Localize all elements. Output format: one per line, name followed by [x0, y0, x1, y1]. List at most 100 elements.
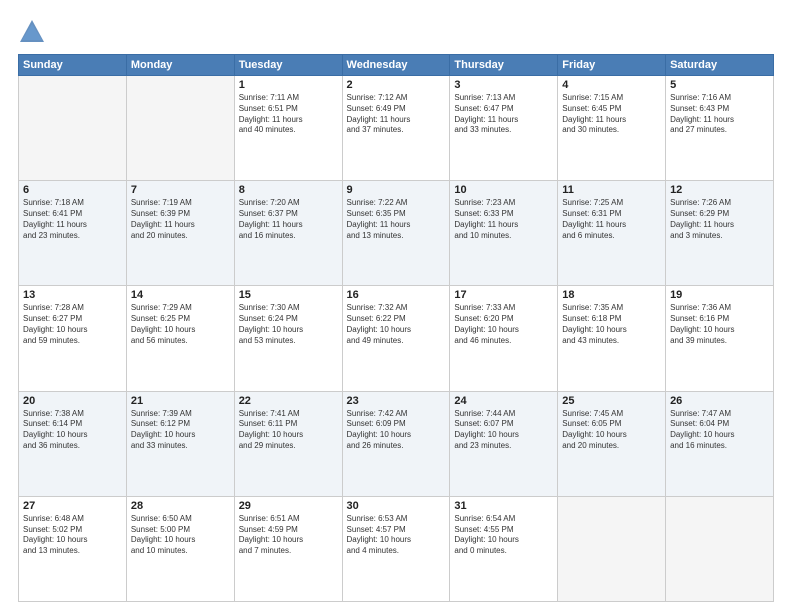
day-number: 30: [347, 500, 446, 512]
logo: [18, 18, 50, 46]
day-number: 11: [562, 184, 661, 196]
day-number: 9: [347, 184, 446, 196]
weekday-header: Saturday: [666, 55, 774, 76]
day-number: 17: [454, 289, 553, 301]
weekday-header: Sunday: [19, 55, 127, 76]
day-number: 6: [23, 184, 122, 196]
calendar-cell: [19, 76, 127, 181]
calendar-cell: 16 Sunrise: 7:32 AM Sunset: 6:22 PM Dayli…: [342, 286, 450, 391]
day-number: 23: [347, 395, 446, 407]
day-info: Sunrise: 7:13 AM Sunset: 6:47 PM Dayligh…: [454, 93, 553, 136]
day-info: Sunrise: 7:29 AM Sunset: 6:25 PM Dayligh…: [131, 303, 230, 346]
day-info: Sunrise: 7:22 AM Sunset: 6:35 PM Dayligh…: [347, 198, 446, 241]
day-number: 15: [239, 289, 338, 301]
calendar-cell: 24 Sunrise: 7:44 AM Sunset: 6:07 PM Dayli…: [450, 391, 558, 496]
calendar-cell: 9 Sunrise: 7:22 AM Sunset: 6:35 PM Daylig…: [342, 181, 450, 286]
day-info: Sunrise: 7:20 AM Sunset: 6:37 PM Dayligh…: [239, 198, 338, 241]
logo-icon: [18, 18, 46, 46]
calendar-cell: 14Sunrise: 7:29 AM Sunset: 6:25 PM Dayli…: [126, 286, 234, 391]
day-number: 22: [239, 395, 338, 407]
day-info: Sunrise: 7:30 AM Sunset: 6:24 PM Dayligh…: [239, 303, 338, 346]
day-number: 21: [131, 395, 230, 407]
day-number: 16: [347, 289, 446, 301]
day-info: Sunrise: 6:50 AM Sunset: 5:00 PM Dayligh…: [131, 514, 230, 557]
day-info: Sunrise: 7:28 AM Sunset: 6:27 PM Dayligh…: [23, 303, 122, 346]
day-info: Sunrise: 7:32 AM Sunset: 6:22 PM Dayligh…: [347, 303, 446, 346]
day-number: 8: [239, 184, 338, 196]
day-number: 12: [670, 184, 769, 196]
day-info: Sunrise: 7:38 AM Sunset: 6:14 PM Dayligh…: [23, 409, 122, 452]
calendar-cell: 3 Sunrise: 7:13 AM Sunset: 6:47 PM Daylig…: [450, 76, 558, 181]
day-number: 31: [454, 500, 553, 512]
calendar-cell: [666, 496, 774, 601]
weekday-header: Tuesday: [234, 55, 342, 76]
day-number: 25: [562, 395, 661, 407]
day-info: Sunrise: 6:53 AM Sunset: 4:57 PM Dayligh…: [347, 514, 446, 557]
day-number: 29: [239, 500, 338, 512]
calendar-cell: 26 Sunrise: 7:47 AM Sunset: 6:04 PM Dayli…: [666, 391, 774, 496]
day-number: 2: [347, 79, 446, 91]
weekday-header: Monday: [126, 55, 234, 76]
calendar-cell: 7Sunrise: 7:19 AM Sunset: 6:39 PM Daylig…: [126, 181, 234, 286]
calendar-week-row: 6Sunrise: 7:18 AM Sunset: 6:41 PM Daylig…: [19, 181, 774, 286]
day-number: 13: [23, 289, 122, 301]
day-info: Sunrise: 7:33 AM Sunset: 6:20 PM Dayligh…: [454, 303, 553, 346]
calendar-cell: [558, 496, 666, 601]
day-info: Sunrise: 7:11 AM Sunset: 6:51 PM Dayligh…: [239, 93, 338, 136]
day-number: 24: [454, 395, 553, 407]
day-info: Sunrise: 7:44 AM Sunset: 6:07 PM Dayligh…: [454, 409, 553, 452]
day-number: 4: [562, 79, 661, 91]
calendar-cell: 20 Sunrise: 7:38 AM Sunset: 6:14 PM Dayli…: [19, 391, 127, 496]
day-info: Sunrise: 7:42 AM Sunset: 6:09 PM Dayligh…: [347, 409, 446, 452]
day-info: Sunrise: 7:39 AM Sunset: 6:12 PM Dayligh…: [131, 409, 230, 452]
day-info: Sunrise: 7:45 AM Sunset: 6:05 PM Dayligh…: [562, 409, 661, 452]
calendar-cell: 25 Sunrise: 7:45 AM Sunset: 6:05 PM Dayli…: [558, 391, 666, 496]
calendar-cell: 28Sunrise: 6:50 AM Sunset: 5:00 PM Dayli…: [126, 496, 234, 601]
calendar-cell: 19 Sunrise: 7:36 AM Sunset: 6:16 PM Dayli…: [666, 286, 774, 391]
day-info: Sunrise: 7:41 AM Sunset: 6:11 PM Dayligh…: [239, 409, 338, 452]
day-number: 27: [23, 500, 122, 512]
day-info: Sunrise: 6:48 AM Sunset: 5:02 PM Dayligh…: [23, 514, 122, 557]
header: [18, 18, 774, 46]
calendar-cell: 11 Sunrise: 7:25 AM Sunset: 6:31 PM Dayli…: [558, 181, 666, 286]
day-number: 19: [670, 289, 769, 301]
page: SundayMondayTuesdayWednesdayThursdayFrid…: [0, 0, 792, 612]
calendar-cell: 17 Sunrise: 7:33 AM Sunset: 6:20 PM Dayli…: [450, 286, 558, 391]
day-info: Sunrise: 7:25 AM Sunset: 6:31 PM Dayligh…: [562, 198, 661, 241]
calendar-cell: 13 Sunrise: 7:28 AM Sunset: 6:27 PM Dayli…: [19, 286, 127, 391]
day-number: 26: [670, 395, 769, 407]
calendar-header-row: SundayMondayTuesdayWednesdayThursdayFrid…: [19, 55, 774, 76]
calendar-cell: 18 Sunrise: 7:35 AM Sunset: 6:18 PM Dayli…: [558, 286, 666, 391]
day-info: Sunrise: 7:47 AM Sunset: 6:04 PM Dayligh…: [670, 409, 769, 452]
calendar-cell: 4Sunrise: 7:15 AM Sunset: 6:45 PM Daylig…: [558, 76, 666, 181]
calendar-cell: 10 Sunrise: 7:23 AM Sunset: 6:33 PM Dayli…: [450, 181, 558, 286]
day-info: Sunrise: 7:36 AM Sunset: 6:16 PM Dayligh…: [670, 303, 769, 346]
weekday-header: Thursday: [450, 55, 558, 76]
calendar-cell: 29 Sunrise: 6:51 AM Sunset: 4:59 PM Dayli…: [234, 496, 342, 601]
calendar-cell: 21 Sunrise: 7:39 AM Sunset: 6:12 PM Dayli…: [126, 391, 234, 496]
calendar-cell: 22 Sunrise: 7:41 AM Sunset: 6:11 PM Dayli…: [234, 391, 342, 496]
calendar-week-row: 20 Sunrise: 7:38 AM Sunset: 6:14 PM Dayli…: [19, 391, 774, 496]
day-info: Sunrise: 7:23 AM Sunset: 6:33 PM Dayligh…: [454, 198, 553, 241]
weekday-header: Friday: [558, 55, 666, 76]
calendar-cell: [126, 76, 234, 181]
calendar-cell: 30 Sunrise: 6:53 AM Sunset: 4:57 PM Dayli…: [342, 496, 450, 601]
calendar-week-row: 13 Sunrise: 7:28 AM Sunset: 6:27 PM Dayli…: [19, 286, 774, 391]
day-number: 1: [239, 79, 338, 91]
calendar-cell: 5Sunrise: 7:16 AM Sunset: 6:43 PM Daylig…: [666, 76, 774, 181]
weekday-header: Wednesday: [342, 55, 450, 76]
day-info: Sunrise: 6:54 AM Sunset: 4:55 PM Dayligh…: [454, 514, 553, 557]
day-info: Sunrise: 7:26 AM Sunset: 6:29 PM Dayligh…: [670, 198, 769, 241]
day-number: 7: [131, 184, 230, 196]
calendar-week-row: 1 Sunrise: 7:11 AM Sunset: 6:51 PM Daylig…: [19, 76, 774, 181]
day-number: 10: [454, 184, 553, 196]
day-info: Sunrise: 6:51 AM Sunset: 4:59 PM Dayligh…: [239, 514, 338, 557]
day-number: 3: [454, 79, 553, 91]
calendar-cell: 23 Sunrise: 7:42 AM Sunset: 6:09 PM Dayli…: [342, 391, 450, 496]
day-number: 18: [562, 289, 661, 301]
day-info: Sunrise: 7:35 AM Sunset: 6:18 PM Dayligh…: [562, 303, 661, 346]
calendar-cell: 2Sunrise: 7:12 AM Sunset: 6:49 PM Daylig…: [342, 76, 450, 181]
day-number: 20: [23, 395, 122, 407]
calendar-cell: 15 Sunrise: 7:30 AM Sunset: 6:24 PM Dayli…: [234, 286, 342, 391]
calendar-cell: 6Sunrise: 7:18 AM Sunset: 6:41 PM Daylig…: [19, 181, 127, 286]
